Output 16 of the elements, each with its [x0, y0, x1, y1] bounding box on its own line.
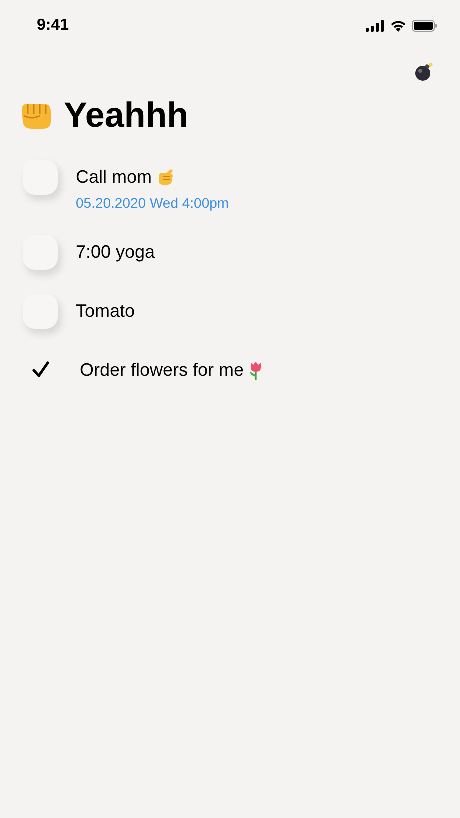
- bomb-icon[interactable]: [414, 62, 434, 82]
- task-title: Tomato: [76, 301, 136, 322]
- checkbox[interactable]: [23, 294, 58, 329]
- status-time: 9:41: [37, 17, 70, 35]
- due-date: 05.20.2020 Wed 4:00pm: [76, 195, 230, 211]
- wifi-icon: [390, 20, 407, 32]
- task-title: Call mom: [76, 167, 152, 188]
- task-title: Order flowers for me: [80, 360, 244, 381]
- check-icon[interactable]: [32, 361, 50, 379]
- hand-icon: [156, 168, 176, 186]
- signal-icon: [366, 20, 385, 32]
- checkbox[interactable]: [23, 160, 58, 195]
- page-title: Yeahhh: [64, 96, 188, 136]
- battery-icon: [412, 20, 438, 32]
- checkbox[interactable]: [23, 235, 58, 270]
- task-title: 7:00 yoga: [76, 242, 156, 263]
